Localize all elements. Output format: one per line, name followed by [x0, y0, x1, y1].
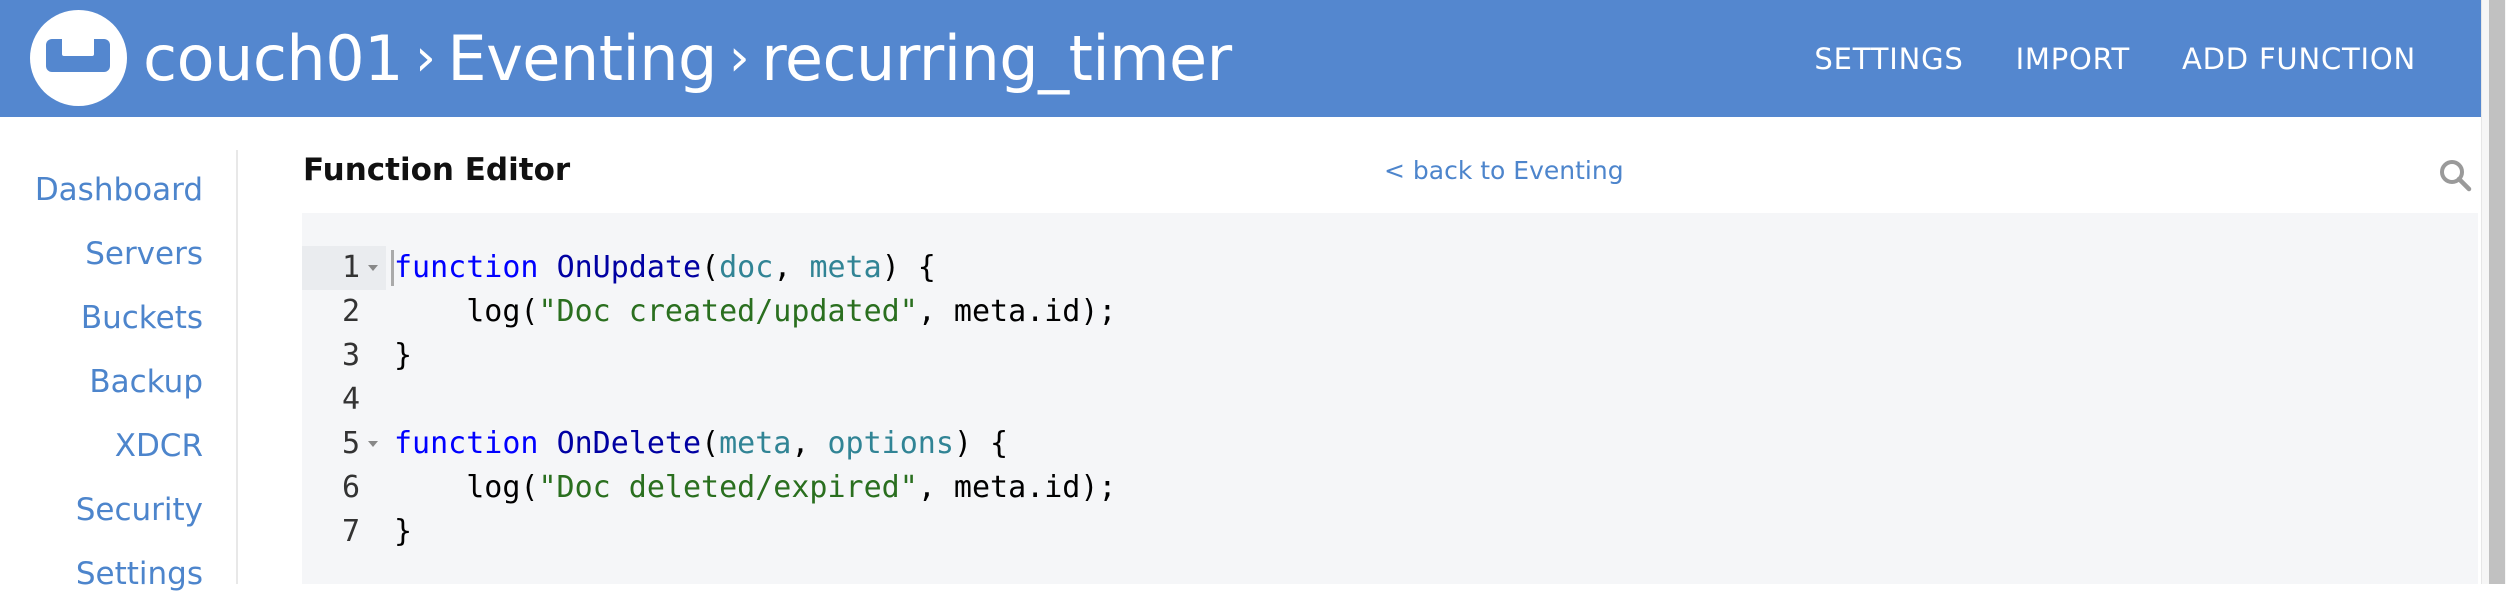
line-number: 7	[341, 514, 360, 549]
top-header: couch01 › Eventing › recurring_timer SET…	[0, 0, 2481, 117]
breadcrumb-separator-icon: ›	[415, 28, 436, 88]
sidebar-item-dashboard[interactable]: Dashboard	[35, 172, 203, 208]
breadcrumb: couch01 › Eventing › recurring_timer	[143, 10, 1232, 106]
code-token-plain: ,	[773, 250, 810, 285]
line-number: 2	[341, 294, 360, 329]
gutter-cell: 2	[302, 290, 386, 334]
code-token-plain: log(	[394, 294, 539, 329]
sidebar-item-buckets[interactable]: Buckets	[81, 300, 203, 336]
import-button[interactable]: IMPORT	[2016, 42, 2130, 76]
code-text: }	[386, 510, 412, 554]
code-text: log("Doc created/updated", meta.id);	[386, 290, 1116, 334]
text-cursor	[391, 250, 394, 286]
code-token-plain: (	[701, 426, 720, 461]
code-token-str: "Doc created/updated"	[538, 294, 918, 329]
code-text: }	[386, 334, 412, 378]
couchbase-logo-icon[interactable]	[30, 10, 127, 106]
sidebar-item-settings[interactable]: Settings	[76, 556, 203, 592]
line-number: 4	[341, 382, 360, 417]
settings-button[interactable]: SETTINGS	[1814, 42, 1963, 76]
code-token-plain: ) {	[881, 250, 936, 285]
code-token-plain: log(	[394, 470, 539, 505]
code-token-param: options	[827, 426, 954, 461]
fold-arrow-icon[interactable]	[368, 441, 378, 447]
breadcrumb-function: recurring_timer	[761, 21, 1232, 95]
fold-arrow-icon[interactable]	[368, 265, 378, 271]
code-text: function OnDelete(meta, options) {	[386, 422, 1008, 466]
line-number: 6	[341, 470, 360, 505]
sidebar-item-servers[interactable]: Servers	[85, 236, 203, 272]
gutter-cell: 1	[302, 246, 386, 290]
code-line[interactable]: 4	[302, 378, 2478, 422]
sidebar-item-backup[interactable]: Backup	[89, 364, 203, 400]
code-token-plain: }	[394, 338, 413, 373]
code-line[interactable]: 2 log("Doc created/updated", meta.id);	[302, 290, 2478, 334]
couch-shape	[46, 39, 110, 72]
code-token-kw: function	[394, 250, 539, 285]
gutter-cell: 6	[302, 466, 386, 510]
scrollbar-thumb[interactable]	[2489, 0, 2505, 584]
code-text: log("Doc deleted/expired", meta.id);	[386, 466, 1116, 510]
page-title: Function Editor	[303, 152, 571, 188]
code-line[interactable]: 7}	[302, 510, 2478, 554]
gutter-cell: 5	[302, 422, 386, 466]
add-function-button[interactable]: ADD FUNCTION	[2182, 42, 2416, 76]
code-token-fn: OnUpdate	[556, 250, 702, 285]
back-to-eventing-link[interactable]: < back to Eventing	[1384, 156, 1624, 185]
code-token-kw: function	[394, 426, 539, 461]
sidebar-item-security[interactable]: Security	[76, 492, 203, 528]
code-token-plain: ,	[791, 426, 828, 461]
code-editor[interactable]: 1 function OnUpdate(doc, meta) {2 log("Do…	[302, 213, 2478, 584]
line-number: 1	[341, 250, 360, 285]
code-line[interactable]: 6 log("Doc deleted/expired", meta.id);	[302, 466, 2478, 510]
line-number: 5	[341, 426, 360, 461]
sidebar: Dashboard Servers Buckets Backup XDCR Se…	[0, 150, 238, 592]
breadcrumb-eventing[interactable]: Eventing	[447, 22, 717, 95]
code-token-plain: ) {	[953, 426, 1009, 461]
code-token-fn: OnDelete	[556, 426, 702, 461]
line-number: 3	[341, 338, 360, 373]
breadcrumb-separator-icon: ›	[728, 28, 750, 88]
gutter-cell: 3	[302, 334, 386, 378]
search-icon[interactable]	[2438, 158, 2472, 192]
code-token-plain: (	[701, 250, 720, 285]
code-line[interactable]: 5 function OnDelete(meta, options) {	[302, 422, 2478, 466]
gutter-cell: 7	[302, 510, 386, 554]
code-token-param: meta	[809, 250, 882, 285]
code-token-str: "Doc deleted/expired"	[538, 470, 918, 505]
code-token-param: doc	[719, 250, 774, 285]
top-nav: SETTINGS IMPORT ADD FUNCTION	[1814, 0, 2416, 117]
code-line[interactable]: 1 function OnUpdate(doc, meta) {	[302, 246, 2478, 290]
gutter-cell: 4	[302, 378, 386, 422]
code-line[interactable]: 3}	[302, 334, 2478, 378]
sidebar-item-xdcr[interactable]: XDCR	[115, 428, 203, 464]
code-token-plain: , meta.id);	[917, 470, 1117, 505]
code-text: function OnUpdate(doc, meta) {	[386, 246, 936, 290]
code-token-plain: }	[394, 514, 413, 549]
code-token-param: meta	[719, 426, 792, 461]
page-scrollbar[interactable]	[2481, 0, 2506, 584]
code-token-plain: , meta.id);	[917, 294, 1117, 329]
breadcrumb-cluster[interactable]: couch01	[143, 22, 404, 95]
